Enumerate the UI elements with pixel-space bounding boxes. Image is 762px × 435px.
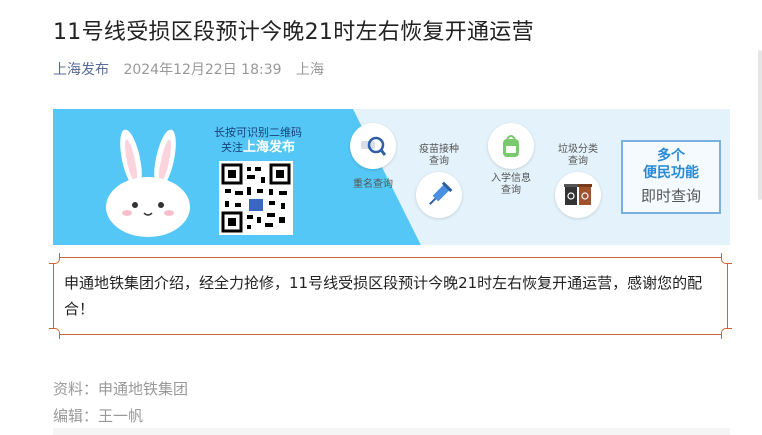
notice-text: 申通地铁集团介绍，经全力抢修，11号线受损区段预计今晚21时左右恢复开通运营，感… <box>64 274 703 318</box>
function-school[interactable]: 入学信息 查询 <box>481 123 541 197</box>
notice-corner-decoration <box>49 328 60 339</box>
qr-caption: 长按可识别二维码 关注上海发布 <box>203 125 313 155</box>
notice-corner-decoration <box>721 328 732 339</box>
function-garbage-label: 垃圾分类 查询 <box>558 144 598 167</box>
more-services-box[interactable]: 多个 便民功能 即时查询 <box>621 140 721 214</box>
notice-corner-decoration <box>49 253 60 264</box>
function-school-label: 入学信息 查询 <box>491 173 531 196</box>
function-vaccine[interactable]: 疫苗接种 查询 <box>409 144 469 218</box>
credit-editor: 编辑：王一帆 <box>53 407 144 425</box>
function-vaccine-label: 疫苗接种 查询 <box>419 144 459 167</box>
promo-banner[interactable]: 长按可识别二维码 关注上海发布 重名查询 疫苗接种 查询 入学信息 查询 垃圾分… <box>53 109 730 245</box>
article-date: 2024年12月22日 18:39 <box>123 62 282 78</box>
article-source-link[interactable]: 上海发布 <box>53 62 109 78</box>
scrollbar[interactable] <box>758 50 762 200</box>
article-meta: 上海发布 2024年12月22日 18:39 上海 <box>53 59 324 79</box>
rabbit-mascot-icon <box>106 129 190 237</box>
more-line1: 多个 <box>657 148 685 164</box>
function-name-check-label: 重名查询 <box>353 179 393 190</box>
article-location: 上海 <box>295 62 324 78</box>
article-title: 11号线受损区段预计今晚21时左右恢复开通运营 <box>53 20 534 45</box>
qr-code-icon[interactable] <box>219 161 293 235</box>
magnifier-icon <box>350 123 396 169</box>
trash-bin-icon <box>555 172 601 218</box>
more-line3: 即时查询 <box>640 187 701 205</box>
syringe-icon <box>416 172 462 218</box>
notice-corner-decoration <box>721 253 732 264</box>
bottom-divider <box>53 428 730 435</box>
more-line2: 便民功能 <box>643 165 699 181</box>
qr-caption-prefix: 关注 <box>220 141 243 154</box>
function-garbage[interactable]: 垃圾分类 查询 <box>548 144 608 218</box>
function-name-check[interactable]: 重名查询 <box>343 123 403 191</box>
notice-box: 申通地铁集团介绍，经全力抢修，11号线受损区段预计今晚21时左右恢复开通运营，感… <box>49 253 732 339</box>
qr-caption-line2: 关注上海发布 <box>203 140 313 155</box>
qr-caption-line1: 长按可识别二维码 <box>214 126 302 139</box>
credit-source: 资料：申通地铁集团 <box>53 380 189 398</box>
qr-caption-brand: 上海发布 <box>242 140 295 155</box>
backpack-icon <box>488 123 534 169</box>
